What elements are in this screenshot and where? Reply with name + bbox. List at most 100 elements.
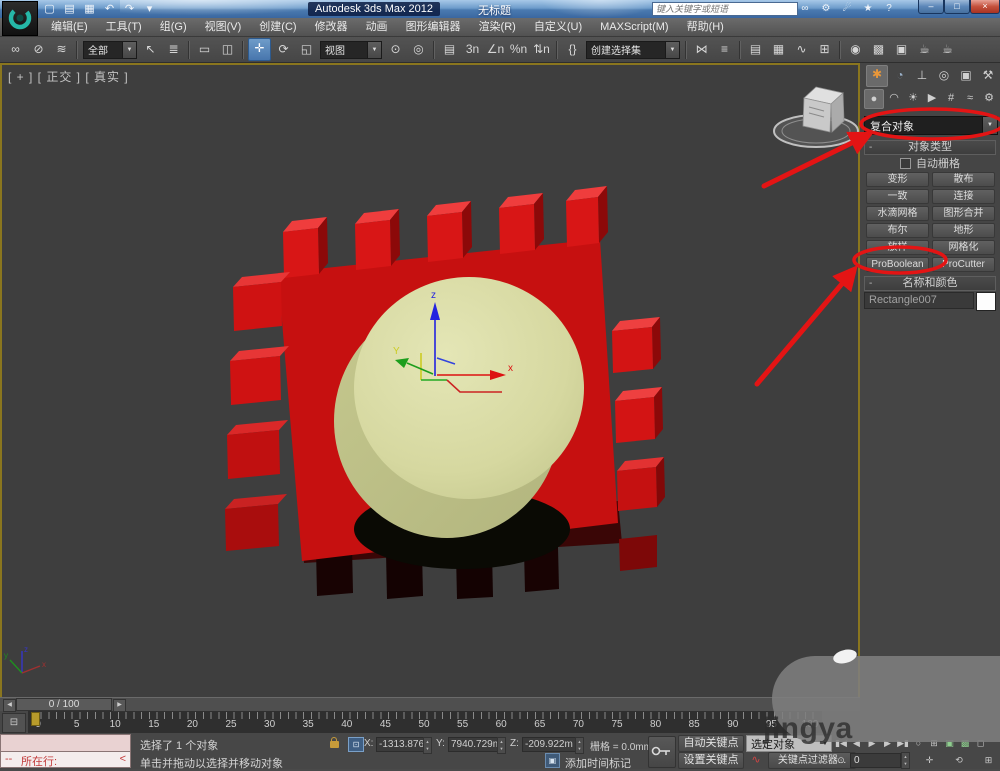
menu-maxscript[interactable]: MAXScript(M)	[591, 18, 677, 36]
pan-hand-icon[interactable]: ✛	[923, 753, 937, 767]
key-mode-toggle-icon[interactable]: ⊙	[834, 753, 848, 767]
select-and-scale-icon[interactable]: ◱	[296, 39, 317, 60]
object-type-rollout-header[interactable]: - 对象类型	[864, 140, 996, 155]
menu-animation[interactable]: 动画	[357, 18, 397, 36]
schematic-view-icon[interactable]: ⊞	[814, 39, 835, 60]
material-editor-icon[interactable]: ◉	[845, 39, 866, 60]
y-coord-spinner[interactable]: ▲▼	[497, 737, 506, 754]
y-coord-field[interactable]: 7940.729m	[448, 737, 500, 752]
x-coord-field[interactable]: -1313.876	[376, 737, 426, 752]
rendered-frame-window-icon[interactable]: ▣	[891, 39, 912, 60]
select-by-name-icon[interactable]: ≣	[163, 39, 184, 60]
viewcube[interactable]	[774, 87, 858, 147]
previous-frame-button[interactable]: ◀	[3, 699, 16, 712]
reference-coordinate-dropdown[interactable]: 视图 ▼	[320, 41, 382, 59]
select-and-manipulate-icon[interactable]: ◎	[408, 39, 429, 60]
macro-recorder-field[interactable]	[0, 734, 131, 752]
menu-edit[interactable]: 编辑(E)	[42, 18, 97, 36]
open-file-icon[interactable]: ▤	[62, 2, 77, 17]
infocenter-help-icon[interactable]: ?	[882, 2, 896, 16]
name-color-rollout-header[interactable]: - 名称和颜色	[864, 276, 996, 291]
save-file-icon[interactable]: ▦	[82, 2, 97, 17]
tab-lights-icon[interactable]: ☀	[904, 89, 922, 107]
window-crossing-icon[interactable]: ◫	[217, 39, 238, 60]
tab-hierarchy-icon[interactable]: ⊥	[912, 65, 932, 85]
scatter-button[interactable]: 散布	[932, 172, 995, 187]
proboolean-button[interactable]: ProBoolean	[866, 257, 929, 272]
tab-cameras-icon[interactable]: ▶	[923, 89, 941, 107]
next-frame-button[interactable]: ▶	[113, 699, 126, 712]
menu-create[interactable]: 创建(C)	[250, 18, 305, 36]
current-frame-field[interactable]: 0	[850, 753, 901, 768]
curve-editor-icon[interactable]: ∿	[791, 39, 812, 60]
select-and-rotate-icon[interactable]: ⟳	[273, 39, 294, 60]
morph-button[interactable]: 变形	[866, 172, 929, 187]
tab-utilities-icon[interactable]: ⚒	[978, 65, 998, 85]
selection-lock-icon[interactable]	[330, 741, 339, 748]
viewport-label[interactable]: [ + ] [ 正交 ] [ 真实 ]	[8, 68, 129, 85]
connect-button[interactable]: 连接	[932, 189, 995, 204]
mirror-icon[interactable]: ⋈	[691, 39, 712, 60]
search-input[interactable]	[652, 2, 798, 16]
tab-motion-icon[interactable]: ◎	[934, 65, 954, 85]
open-mini-curve-editor-icon[interactable]: ⊟	[2, 713, 26, 733]
render-production-icon[interactable]: ☕	[914, 39, 935, 60]
spinner-snap-icon[interactable]: ⇅n	[531, 39, 552, 60]
set-keys-button[interactable]	[648, 736, 676, 768]
auto-key-button[interactable]: 自动关键点	[678, 735, 744, 752]
rectangular-selection-region-icon[interactable]: ▭	[194, 39, 215, 60]
orbit-viewport-icon[interactable]: ⟲	[952, 753, 966, 767]
new-key-curve-icon[interactable]: ∿	[748, 753, 764, 767]
menu-help[interactable]: 帮助(H)	[678, 18, 733, 36]
isolate-selection-icon[interactable]: ▣	[545, 753, 560, 768]
frame-counter[interactable]: 0 / 100	[16, 698, 112, 711]
menu-views[interactable]: 视图(V)	[196, 18, 251, 36]
tab-display-icon[interactable]: ▣	[956, 65, 976, 85]
menu-tools[interactable]: 工具(T)	[97, 18, 151, 36]
tab-systems-icon[interactable]: ⚙	[980, 89, 998, 107]
minimize-button[interactable]: –	[918, 0, 944, 14]
selection-filter-dropdown[interactable]: 全部 ▼	[83, 41, 137, 59]
quick-access-more-icon[interactable]: ▾	[142, 2, 157, 17]
select-object-icon[interactable]: ↖	[140, 39, 161, 60]
maximize-button[interactable]: □	[944, 0, 970, 14]
frame-spinner[interactable]: ▲▼	[901, 752, 910, 769]
new-file-icon[interactable]: ▢	[42, 2, 57, 17]
use-pivot-point-center-icon[interactable]: ⊙	[385, 39, 406, 60]
angle-snap-icon[interactable]: ∠n	[485, 39, 506, 60]
loft-button[interactable]: 放样	[866, 240, 929, 255]
geometry-category-dropdown[interactable]: 复合对象 ▼	[864, 116, 998, 135]
x-coord-spinner[interactable]: ▲▼	[423, 737, 432, 754]
maxscript-mini-listener[interactable]: -- 所在行: <	[0, 752, 131, 768]
menu-graph-editors[interactable]: 图形编辑器	[397, 18, 470, 36]
tab-modify-icon[interactable]: ◔	[890, 65, 910, 85]
close-button[interactable]: ×	[970, 0, 1000, 14]
app-logo[interactable]	[2, 1, 38, 36]
blobmesh-button[interactable]: 水滴网格	[866, 206, 929, 221]
menu-group[interactable]: 组(G)	[151, 18, 196, 36]
bind-to-space-warp-icon[interactable]: ≋	[51, 39, 72, 60]
subscription-center-icon[interactable]: ⚙	[819, 2, 833, 16]
snaps-toggle-icon[interactable]: 3n	[462, 39, 483, 60]
time-slider-handle[interactable]	[31, 712, 40, 726]
unlink-selection-icon[interactable]: ⊘	[28, 39, 49, 60]
z-coord-spinner[interactable]: ▲▼	[575, 737, 584, 754]
chevron-down-icon[interactable]: ▼	[982, 117, 997, 134]
set-key-button[interactable]: 设置关键点	[678, 752, 744, 769]
procutter-button[interactable]: ProCutter	[932, 257, 995, 272]
boolean-button[interactable]: 布尔	[866, 223, 929, 238]
z-coord-field[interactable]: -209.922m	[522, 737, 578, 752]
redo-icon[interactable]: ↷	[122, 2, 137, 17]
menu-modifiers[interactable]: 修改器	[306, 18, 357, 36]
shapemerge-button[interactable]: 图形合并	[932, 206, 995, 221]
communication-center-icon[interactable]: ☄	[840, 2, 854, 16]
terrain-button[interactable]: 地形	[932, 223, 995, 238]
search-binoculars-icon[interactable]: ∞	[798, 2, 812, 16]
graphite-ribbon-icon[interactable]: ▦	[768, 39, 789, 60]
render-iterative-icon[interactable]: ☕	[937, 39, 958, 60]
absolute-mode-transform-icon[interactable]: ⊡	[348, 737, 364, 752]
tab-shapes-icon[interactable]: ◠	[885, 89, 903, 107]
favorites-star-icon[interactable]: ★	[861, 2, 875, 16]
autogrid-checkbox[interactable]	[900, 158, 911, 169]
layer-manager-icon[interactable]: ▤	[745, 39, 766, 60]
